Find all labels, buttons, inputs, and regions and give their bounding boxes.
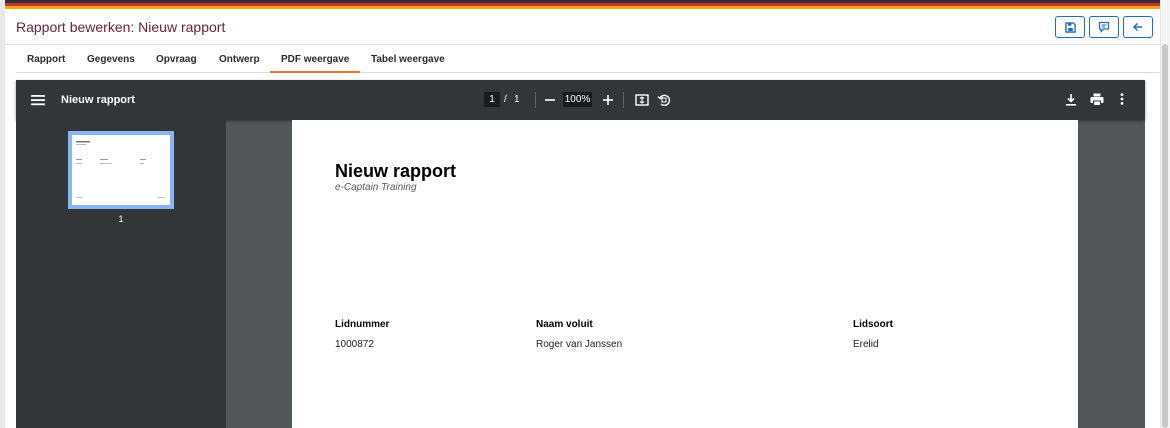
pdf-doc-title: Nieuw rapport xyxy=(61,94,135,106)
thumbnail-sidebar: 1 xyxy=(16,120,226,428)
page-title: Rapport bewerken: Nieuw rapport xyxy=(16,19,226,35)
zoom-out-icon[interactable] xyxy=(542,92,558,108)
page-scrollbar[interactable] xyxy=(1160,0,1170,428)
toolbar-divider xyxy=(623,92,624,108)
fit-page-icon[interactable] xyxy=(634,92,650,108)
arrow-left-icon xyxy=(1132,22,1142,32)
column-header: Lidsoort xyxy=(853,319,893,330)
pdf-page: Nieuw rapport e-Captain Training Lidnumm… xyxy=(292,120,1078,428)
pdf-viewer: Nieuw rapport 1 / 1 100% 1 Nieuw rapport… xyxy=(16,80,1145,428)
toolbar-divider xyxy=(535,92,536,108)
report-subtitle: e-Captain Training xyxy=(335,182,417,193)
save-icon xyxy=(1064,21,1076,33)
tab-opvraag[interactable]: Opvraag xyxy=(156,54,197,73)
download-icon[interactable] xyxy=(1063,91,1079,107)
scrollbar-thumb[interactable] xyxy=(1162,44,1168,428)
page-thumbnail[interactable] xyxy=(68,131,174,209)
tab-pdf-weergave[interactable]: PDF weergave xyxy=(270,54,361,73)
table-cell: 1000872 xyxy=(335,339,374,350)
brand-stripes xyxy=(5,0,1160,9)
comment-icon xyxy=(1098,21,1110,33)
column-header: Lidnummer xyxy=(335,319,390,330)
zoom-in-icon[interactable] xyxy=(600,92,616,108)
tab-ontwerp[interactable]: Ontwerp xyxy=(219,54,260,73)
comment-button[interactable] xyxy=(1089,16,1119,38)
table-cell: Roger van Janssen xyxy=(536,339,623,350)
tab-tabel-weergave[interactable]: Tabel weergave xyxy=(371,54,445,73)
menu-icon[interactable] xyxy=(30,92,46,108)
window-frame xyxy=(0,0,5,428)
report-title: Nieuw rapport xyxy=(335,161,457,181)
column-header: Naam voluit xyxy=(536,319,593,330)
thumbnail-page-number: 1 xyxy=(118,214,124,224)
page-header: Rapport bewerken: Nieuw rapport xyxy=(5,9,1160,45)
rotate-icon[interactable] xyxy=(656,92,672,108)
save-button[interactable] xyxy=(1055,16,1085,38)
print-icon[interactable] xyxy=(1088,91,1106,107)
zoom-input[interactable]: 100% xyxy=(563,92,592,107)
tab-bar: Rapport Gegevens Opvraag Ontwerp PDF wee… xyxy=(16,48,1160,73)
tab-gegevens[interactable]: Gegevens xyxy=(87,54,135,73)
page-separator: / xyxy=(504,94,507,105)
pdf-toolbar: Nieuw rapport 1 / 1 100% xyxy=(16,80,1145,120)
page-total: 1 xyxy=(514,94,520,105)
tab-rapport[interactable]: Rapport xyxy=(27,54,65,73)
more-options-icon[interactable] xyxy=(1115,91,1129,107)
page-number-input[interactable]: 1 xyxy=(484,92,500,107)
table-cell: Erelid xyxy=(853,339,879,350)
back-button[interactable] xyxy=(1123,16,1153,38)
